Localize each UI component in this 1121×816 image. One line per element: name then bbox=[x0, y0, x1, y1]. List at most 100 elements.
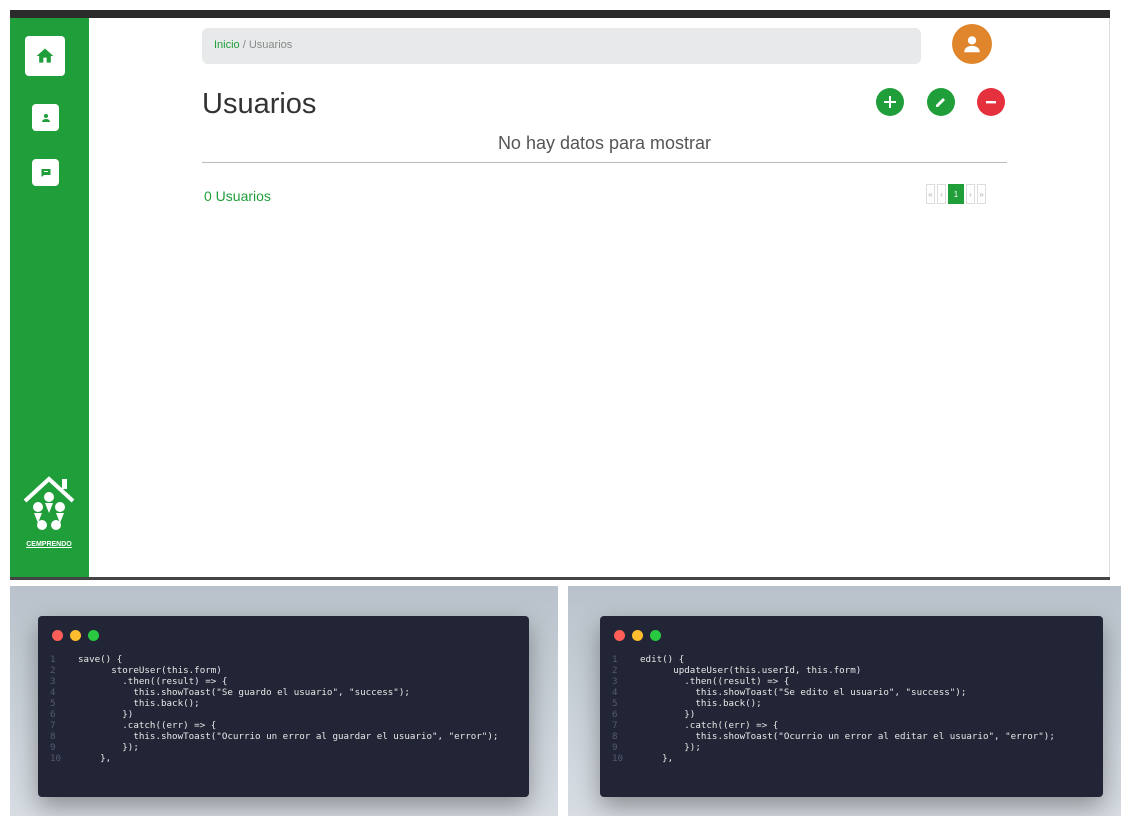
line-number: 10 bbox=[50, 753, 62, 764]
window-controls bbox=[614, 630, 661, 641]
line-number: 9 bbox=[50, 742, 56, 753]
code-window-edit: 1 edit() {2 updateUser(this.userId, this.… bbox=[600, 616, 1103, 797]
line-number: 8 bbox=[612, 731, 618, 742]
line-number: 5 bbox=[50, 698, 56, 709]
user-avatar[interactable] bbox=[952, 24, 992, 64]
code-text: .then((result) => { bbox=[640, 676, 790, 687]
maximize-dot-icon bbox=[650, 630, 661, 641]
sidebar-item-home[interactable] bbox=[25, 36, 65, 76]
minus-icon bbox=[986, 101, 996, 104]
logo-text: CEMPRENDO bbox=[26, 541, 72, 548]
line-number: 7 bbox=[50, 720, 56, 731]
divider bbox=[202, 162, 1007, 163]
empty-message: No hay datos para mostrar bbox=[497, 133, 712, 153]
line-number: 6 bbox=[50, 709, 56, 720]
line-number: 2 bbox=[50, 665, 56, 676]
code-line: 6 }) bbox=[50, 709, 498, 720]
code-line: 7 .catch((err) => { bbox=[612, 720, 1055, 731]
code-text: }) bbox=[78, 709, 134, 720]
close-dot-icon bbox=[52, 630, 63, 641]
code-line: 4 this.showToast("Se guardo el usuario",… bbox=[50, 687, 498, 698]
code-text: }); bbox=[78, 742, 139, 753]
line-number: 1 bbox=[50, 654, 56, 665]
pagination: « ‹ 1 › » bbox=[926, 184, 986, 204]
sidebar-item-messages[interactable] bbox=[32, 159, 59, 186]
line-number: 9 bbox=[612, 742, 618, 753]
code-text: }) bbox=[640, 709, 696, 720]
code-text: this.showToast("Ocurrio un error al guar… bbox=[78, 731, 499, 742]
code-panel-edit: 1 edit() {2 updateUser(this.userId, this.… bbox=[568, 586, 1121, 816]
page-last-button[interactable]: » bbox=[977, 184, 986, 204]
minimize-dot-icon bbox=[632, 630, 643, 641]
window-controls bbox=[52, 630, 99, 641]
code-line: 8 this.showToast("Ocurrio un error al gu… bbox=[50, 731, 498, 742]
user-icon bbox=[41, 113, 50, 122]
code-text: this.showToast("Ocurrio un error al edit… bbox=[640, 731, 1055, 742]
code-line: 2 storeUser(this.form) bbox=[50, 665, 498, 676]
code-line: 1 save() { bbox=[50, 654, 498, 665]
code-text: updateUser(this.userId, this.form) bbox=[640, 665, 862, 676]
code-text: save() { bbox=[78, 654, 123, 665]
code-line: 6 }) bbox=[612, 709, 1055, 720]
line-number: 3 bbox=[50, 676, 56, 687]
code-text: .then((result) => { bbox=[78, 676, 228, 687]
sidebar-item-users[interactable] bbox=[32, 104, 59, 131]
company-logo: CEMPRENDO bbox=[20, 473, 78, 553]
code-text: .catch((err) => { bbox=[640, 720, 779, 731]
chat-icon bbox=[41, 168, 50, 177]
code-text: .catch((err) => { bbox=[78, 720, 217, 731]
code-text: storeUser(this.form) bbox=[78, 665, 222, 676]
page-title: Usuarios bbox=[202, 88, 317, 120]
line-number: 4 bbox=[612, 687, 618, 698]
line-number: 3 bbox=[612, 676, 618, 687]
logo-graphic bbox=[23, 476, 75, 530]
page-first-button[interactable]: « bbox=[926, 184, 935, 204]
code-line: 7 .catch((err) => { bbox=[50, 720, 498, 731]
bottom-border bbox=[10, 577, 1110, 580]
code-line: 2 updateUser(this.userId, this.form) bbox=[612, 665, 1055, 676]
code-line: 4 this.showToast("Se edito el usuario", … bbox=[612, 687, 1055, 698]
add-user-button[interactable] bbox=[876, 88, 904, 116]
code-text: this.back(); bbox=[78, 698, 200, 709]
line-number: 6 bbox=[612, 709, 618, 720]
breadcrumb-current: Usuarios bbox=[248, 39, 293, 51]
page-prev-button[interactable]: ‹ bbox=[937, 184, 946, 204]
code-text: edit() { bbox=[640, 654, 685, 665]
code-line: 5 this.back(); bbox=[612, 698, 1055, 709]
page-current-button[interactable]: 1 bbox=[948, 184, 964, 204]
minimize-dot-icon bbox=[70, 630, 81, 641]
app-window: CEMPRENDO Inicio / Usuarios Usuarios No … bbox=[10, 18, 1110, 580]
page-next-button[interactable]: › bbox=[966, 184, 975, 204]
code-line: 3 .then((result) => { bbox=[50, 676, 498, 687]
line-number: 4 bbox=[50, 687, 56, 698]
code-line: 10 }, bbox=[612, 753, 1055, 764]
code-panel-save: 1 save() {2 storeUser(this.form) 3 .then((… bbox=[10, 586, 558, 816]
delete-user-button[interactable] bbox=[977, 88, 1005, 116]
code-window-save: 1 save() {2 storeUser(this.form) 3 .then((… bbox=[38, 616, 529, 797]
code-text: }); bbox=[640, 742, 701, 753]
code-line: 5 this.back(); bbox=[50, 698, 498, 709]
breadcrumb-separator: / bbox=[239, 39, 249, 51]
code-block-save: 1 save() {2 storeUser(this.form) 3 .then((… bbox=[50, 654, 498, 764]
maximize-dot-icon bbox=[88, 630, 99, 641]
code-block-edit: 1 edit() {2 updateUser(this.userId, this.… bbox=[612, 654, 1055, 764]
edit-user-button[interactable] bbox=[927, 88, 955, 116]
code-text: this.back(); bbox=[640, 698, 762, 709]
line-number: 2 bbox=[612, 665, 618, 676]
top-bar bbox=[10, 10, 1110, 18]
code-text: this.showToast("Se guardo el usuario", "… bbox=[78, 687, 410, 698]
line-number: 8 bbox=[50, 731, 56, 742]
sidebar: CEMPRENDO bbox=[10, 18, 89, 580]
code-text: }, bbox=[78, 753, 112, 764]
breadcrumb-home-link[interactable]: Inicio bbox=[214, 39, 240, 51]
user-avatar-icon bbox=[964, 36, 980, 53]
home-icon bbox=[36, 48, 54, 63]
line-number: 5 bbox=[612, 698, 618, 709]
code-line: 1 edit() { bbox=[612, 654, 1055, 665]
line-number: 1 bbox=[612, 654, 618, 665]
code-line: 8 this.showToast("Ocurrio un error al ed… bbox=[612, 731, 1055, 742]
code-line: 10 }, bbox=[50, 753, 498, 764]
close-dot-icon bbox=[614, 630, 625, 641]
pencil-icon bbox=[936, 98, 945, 107]
code-line: 9 }); bbox=[50, 742, 498, 753]
